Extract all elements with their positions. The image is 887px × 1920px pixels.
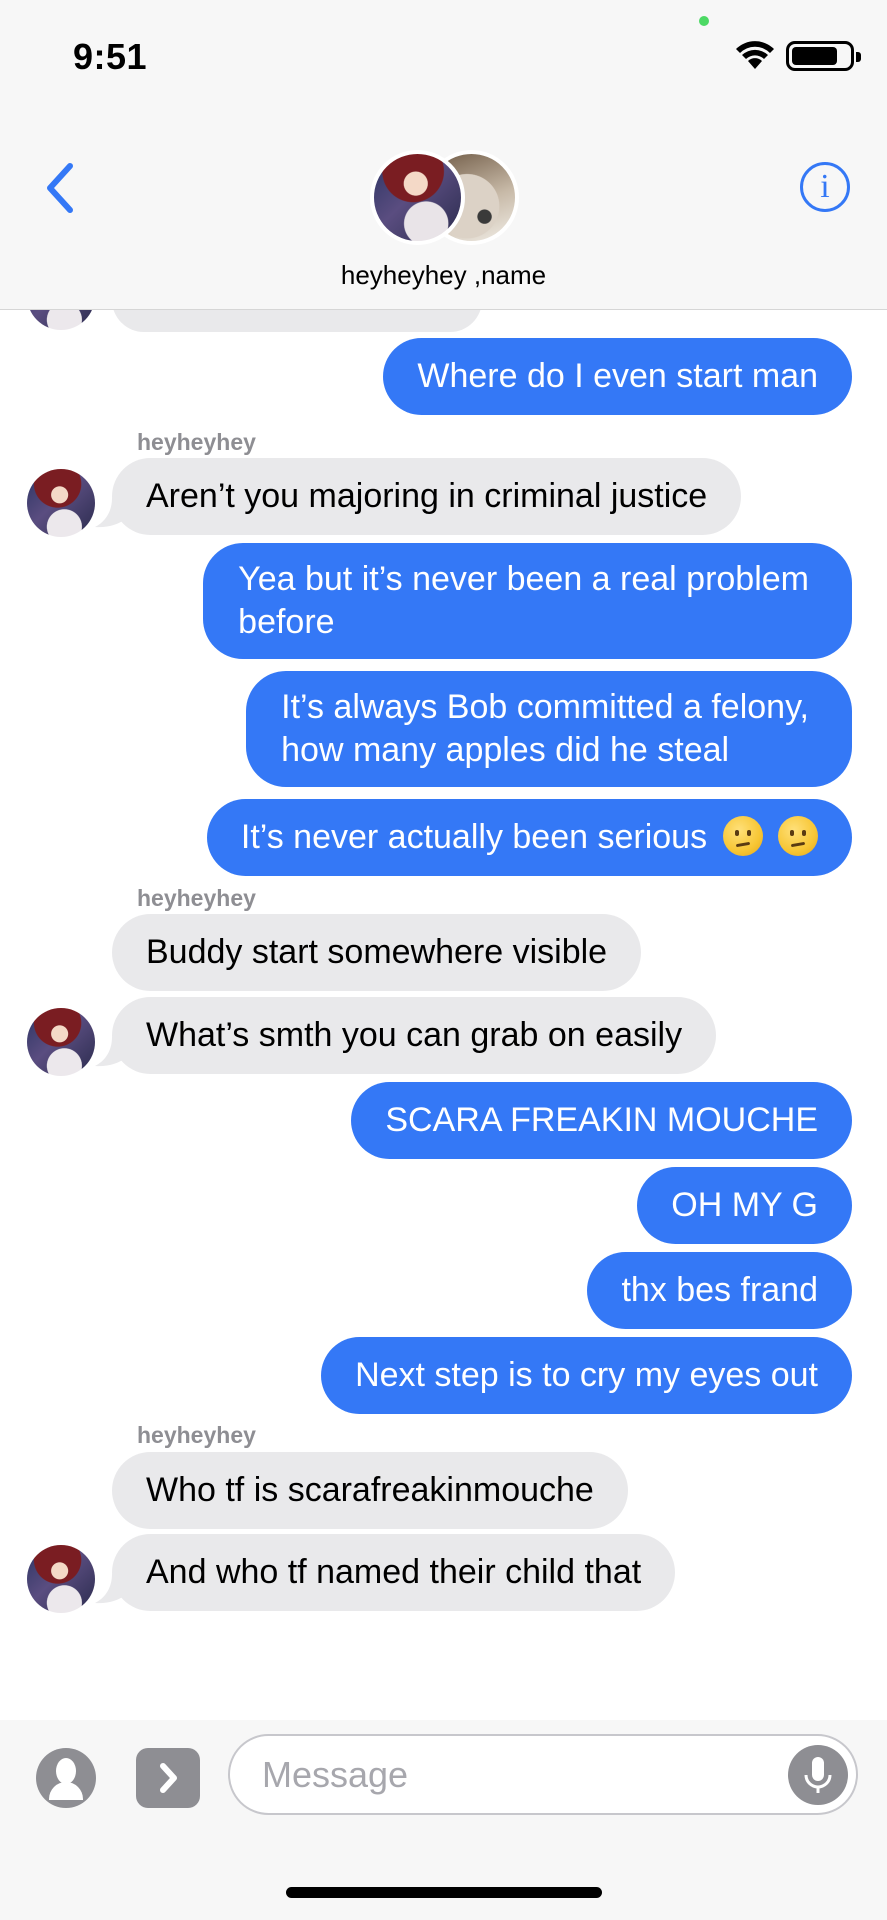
info-icon[interactable]: i [800,162,850,212]
message-bubble-incoming[interactable]: Aren’t you majoring in criminal justice [112,458,742,535]
message-text: It’s never actually been serious [240,818,708,856]
app-drawer-icon[interactable] [136,1748,200,1808]
bubble-tail [95,498,131,528]
messages-screen: Where do I even start man heyheyhey Aren… [0,0,887,1920]
message-text: Who tf is scarafreakinmouche [146,1471,594,1509]
memoji-icon[interactable] [36,1748,96,1808]
message-bubble-incoming[interactable]: Buddy start somewhere visible [112,914,642,991]
message-text: thx bes frand [621,1271,818,1309]
message-text: Buddy start somewhere visible [146,933,608,971]
back-chevron-icon[interactable] [40,160,80,216]
message-bubble-outgoing[interactable]: Yea but it’s never been a real problem b… [203,543,852,659]
contact-avatar[interactable] [27,1008,95,1076]
status-time: 9:51 [73,36,148,77]
message-bubble-outgoing[interactable]: thx bes frand [587,1252,852,1329]
message-input[interactable]: Message [228,1734,858,1815]
sender-name: heyheyhey [137,429,256,455]
sender-name: heyheyhey [137,1422,256,1448]
message-bubble-outgoing[interactable]: OH MY G [637,1167,852,1244]
message-text: Where do I even start man [417,357,818,395]
message-bubble-outgoing[interactable]: It’s never actually been serious [206,799,852,876]
message-text-line: before [238,603,335,641]
message-text-line: It’s always Bob committed a felony, [281,688,809,726]
message-text: Next step is to cry my eyes out [355,1356,818,1394]
message-text-line: Yea but it’s never been a real problem [238,560,809,598]
confused-face-emoji-icon [722,816,763,856]
message-input-placeholder: Message [262,1754,409,1795]
message-bubble-outgoing[interactable]: It’s always Bob committed a felony, how … [246,671,852,787]
message-text: Aren’t you majoring in criminal justice [146,477,708,515]
message-bubble-outgoing[interactable]: Where do I even start man [383,338,852,415]
bubble-tail [95,1574,131,1604]
bubble-tail [95,1037,131,1067]
conversation-title[interactable]: heyheyhey ,name [0,260,887,291]
message-bubble-outgoing[interactable]: Next step is to cry my eyes out [321,1337,852,1414]
conversation-header: 9:51 heyheyhey ,name i [0,0,887,310]
message-bubble-incoming[interactable]: Who tf is scarafreakinmouche [112,1452,628,1529]
message-text: What’s smth you can grab on easily [146,1016,683,1054]
group-avatar-primary[interactable] [370,150,465,245]
home-indicator[interactable] [286,1887,602,1898]
message-bubble-outgoing[interactable]: SCARA FREAKIN MOUCHE [351,1082,852,1159]
message-text: And who tf named their child that [146,1553,642,1591]
sender-name: heyheyhey [137,885,256,911]
contact-avatar[interactable] [27,1545,95,1613]
microphone-icon[interactable] [788,1745,848,1805]
privacy-indicator-icon [699,16,709,26]
message-bubble-incoming[interactable]: And who tf named their child that [112,1534,676,1611]
message-text-line: how many apples did he steal [281,731,730,769]
message-text: SCARA FREAKIN MOUCHE [385,1101,818,1139]
battery-icon [786,41,861,71]
wifi-icon [736,41,774,69]
message-text: OH MY G [671,1186,818,1224]
confused-face-emoji-icon [778,816,818,856]
contact-avatar[interactable] [27,469,95,537]
message-bubble-incoming[interactable]: What’s smth you can grab on easily [112,997,717,1074]
